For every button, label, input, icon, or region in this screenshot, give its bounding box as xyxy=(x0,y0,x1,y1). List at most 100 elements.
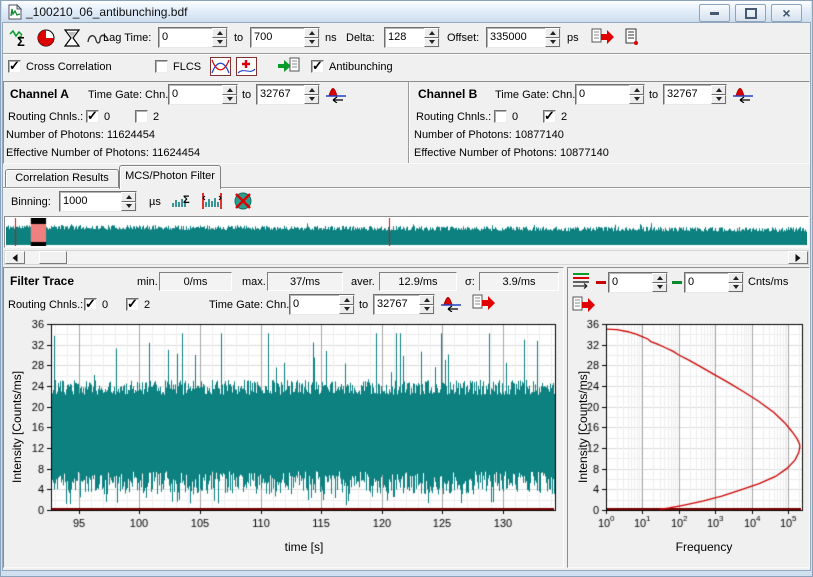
antibunching-label: Antibunching xyxy=(329,61,393,74)
channel-b-to-label: to xyxy=(649,89,658,102)
filter-gate-to-field[interactable]: 32767 xyxy=(373,294,435,315)
lag-to-spinner[interactable] xyxy=(304,28,319,47)
delta-spinner[interactable] xyxy=(424,28,439,47)
tab-mcs-photon-filter[interactable]: MCS/Photon Filter xyxy=(119,165,221,189)
discard-icon[interactable] xyxy=(233,191,254,211)
freq-y-axis-title: Intensity [Counts/ms] xyxy=(576,371,590,483)
filter-to-label: to xyxy=(359,299,368,312)
intensity-histogram-chart[interactable] xyxy=(570,318,809,540)
client-area: Σ Lag Time: 0 to 700 ns Delta: 128 Offse… xyxy=(3,23,810,570)
channel-b-title: Channel B xyxy=(418,88,477,101)
hourglass-icon[interactable] xyxy=(62,28,82,48)
flcs-add-icon[interactable] xyxy=(236,57,257,76)
delta-label: Delta: xyxy=(346,32,375,45)
mcs-y-axis-title: Intensity [Counts/ms] xyxy=(10,371,24,483)
min-value: 0/ms xyxy=(159,272,232,291)
binning-spinner[interactable] xyxy=(121,192,136,211)
cross-correlation-label: Cross Correlation xyxy=(26,61,112,74)
channel-b-photons: Number of Photons: 10877140 xyxy=(414,129,564,142)
time-gate-icon[interactable] xyxy=(440,293,462,312)
max-value: 37/ms xyxy=(267,272,343,291)
channel-a-routing-0-label: 0 xyxy=(104,111,110,124)
document-icon xyxy=(7,4,23,20)
mcs-range-icon[interactable] xyxy=(201,191,223,211)
lag-from-field[interactable]: 0 xyxy=(158,27,228,48)
level-lines-icon[interactable] xyxy=(572,272,592,290)
overview-strip[interactable] xyxy=(4,216,809,248)
mcs-trace-chart[interactable] xyxy=(7,318,561,540)
aver-label: aver. xyxy=(351,276,375,289)
correlate-sum-icon[interactable]: Σ xyxy=(9,28,31,48)
offset-field[interactable]: 335000 xyxy=(486,27,561,48)
sigma-value: 3.9/ms xyxy=(479,272,559,291)
channel-b-eff-photons: Effective Number of Photons: 10877140 xyxy=(414,147,609,160)
binning-field[interactable]: 1000 xyxy=(59,191,137,212)
delta-field[interactable]: 128 xyxy=(384,27,440,48)
svg-text:Σ: Σ xyxy=(17,34,25,48)
scroll-thumb[interactable] xyxy=(39,251,67,264)
svg-text:Σ: Σ xyxy=(183,194,190,206)
sigma-label: σ: xyxy=(465,276,475,289)
upper-level-dash-icon xyxy=(672,281,682,284)
channel-a-gate-from-field[interactable]: 0 xyxy=(168,84,238,105)
scroll-right-button[interactable] xyxy=(788,251,808,264)
filter-routing-0-label: 0 xyxy=(102,299,108,312)
export-icon[interactable] xyxy=(472,294,496,312)
flcs-label: FLCS xyxy=(173,61,201,74)
mcs-x-axis-title: time [s] xyxy=(234,541,374,554)
overview-scrollbar[interactable] xyxy=(4,250,809,265)
lower-level-dash-icon xyxy=(596,281,606,284)
channel-b-gate-to-field[interactable]: 32767 xyxy=(663,84,727,105)
import-doc-icon[interactable] xyxy=(277,57,301,75)
channel-b-routing-2-label: 2 xyxy=(561,111,567,124)
lag-to-label: to xyxy=(234,32,243,45)
cross-correlation-checkbox[interactable] xyxy=(8,60,21,73)
upper-level-field[interactable]: 0 xyxy=(684,272,744,293)
lag-from-spinner[interactable] xyxy=(212,28,227,47)
channel-a-photons: Number of Photons: 11624454 xyxy=(6,129,155,142)
toolbar-separator xyxy=(3,53,810,55)
time-pie-icon[interactable] xyxy=(36,28,56,48)
close-button[interactable]: × xyxy=(771,4,802,22)
channel-a-gate-to-field[interactable]: 32767 xyxy=(256,84,320,105)
bin-sum-icon[interactable]: Σ xyxy=(171,191,193,211)
channel-b-gate-from-field[interactable]: 0 xyxy=(575,84,645,105)
antibunching-checkbox[interactable] xyxy=(311,60,324,73)
min-label: min. xyxy=(137,276,158,289)
channel-b-routing-2-checkbox[interactable] xyxy=(543,110,556,123)
flcs-checkbox[interactable] xyxy=(155,60,168,73)
offset-spinner[interactable] xyxy=(545,28,560,47)
filter-routing-2-checkbox[interactable] xyxy=(126,298,139,311)
filter-gate-from-field[interactable]: 0 xyxy=(289,294,355,315)
time-gate-icon[interactable] xyxy=(325,84,347,103)
time-gate-icon[interactable] xyxy=(732,84,754,103)
lag-time-label: Lag Time: xyxy=(103,32,151,45)
channel-a-routing-2-checkbox[interactable] xyxy=(135,110,148,123)
channel-b-routing-0-checkbox[interactable] xyxy=(494,110,507,123)
lower-level-field[interactable]: 0 xyxy=(608,272,668,293)
histogram-panel: 0 0 Cnts/ms Frequency Intensity [Counts/… xyxy=(567,267,810,568)
channel-a-eff-photons: Effective Number of Photons: 11624454 xyxy=(6,147,200,160)
export-icon[interactable] xyxy=(591,28,615,46)
lag-to-field[interactable]: 700 xyxy=(250,27,320,48)
window-title: _100210_06_antibunching.bdf xyxy=(26,5,187,19)
restore-button[interactable] xyxy=(735,4,766,22)
app-window: _100210_06_antibunching.bdf × Σ Lag Time… xyxy=(0,0,813,577)
aver-value: 12.9/ms xyxy=(379,272,457,291)
levels-unit-label: Cnts/ms xyxy=(748,276,788,289)
channel-a-routing-0-checkbox[interactable] xyxy=(86,110,99,123)
channel-b-timegate-label: Time Gate: Chn. xyxy=(495,89,575,102)
tab-correlation-results[interactable]: Correlation Results xyxy=(5,169,119,188)
minimize-button[interactable] xyxy=(699,4,730,22)
ns-label: ns xyxy=(325,32,337,45)
flcs-curves-icon[interactable] xyxy=(210,57,231,76)
exit-icon[interactable] xyxy=(623,28,641,46)
scroll-left-button[interactable] xyxy=(5,251,25,264)
overview-trace-canvas[interactable] xyxy=(6,218,807,246)
channel-b-routing-label: Routing Chnls.: xyxy=(416,111,491,124)
export-icon[interactable] xyxy=(572,296,596,314)
title-bar[interactable]: _100210_06_antibunching.bdf × xyxy=(2,1,811,22)
channel-a-timegate-label: Time Gate: Chn. xyxy=(88,89,168,102)
filter-routing-0-checkbox[interactable] xyxy=(84,298,97,311)
channel-b-routing-0-label: 0 xyxy=(512,111,518,124)
